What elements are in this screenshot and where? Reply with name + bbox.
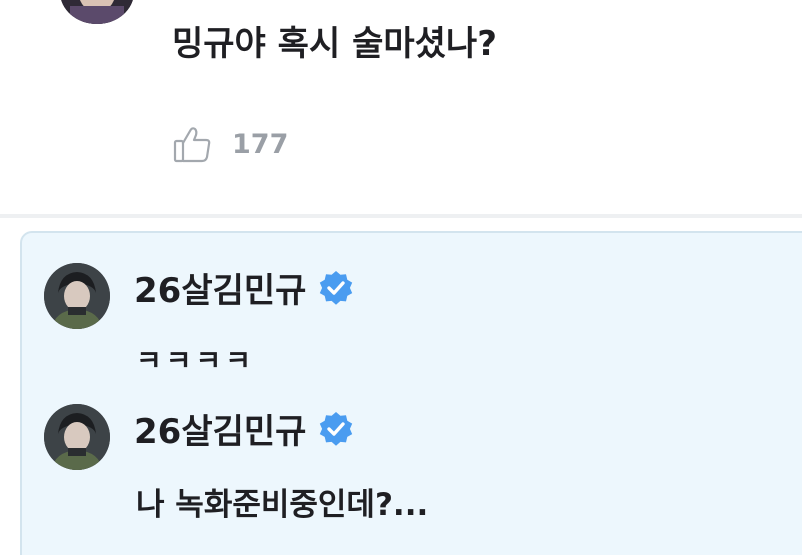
verified-badge-icon	[320, 411, 353, 446]
reply-text: ㅋㅋㅋㅋ	[136, 344, 256, 377]
comment-text: 밍규야 혹시 술마셨나?	[172, 24, 497, 64]
like-count: 177	[232, 128, 289, 160]
comment-thread-page: 밍규야 혹시 술마셨나? 177 26살김민규 ㅋㅋㅋㅋ 26살김민규 나 녹화…	[0, 0, 802, 555]
thumbs-up-icon[interactable]	[172, 123, 214, 165]
verified-badge-icon	[320, 270, 353, 305]
reply-thread: 26살김민규 ㅋㅋㅋㅋ 26살김민규 나 녹화준비중인데?...	[20, 231, 802, 555]
reply-author-avatar[interactable]	[44, 404, 110, 470]
reply-author-name[interactable]: 26살김민규	[134, 404, 306, 453]
reply-author-row: 26살김민규	[134, 404, 354, 453]
reply-author-row: 26살김민규	[134, 263, 354, 312]
reply-text: 나 녹화준비중인데?...	[136, 487, 429, 523]
reply-author-avatar[interactable]	[44, 263, 110, 329]
like-row: 177	[172, 122, 288, 166]
reply-author-name[interactable]: 26살김민규	[134, 263, 306, 312]
like-button[interactable]	[172, 123, 214, 165]
divider	[0, 214, 802, 218]
commenter-avatar[interactable]	[60, 0, 134, 24]
